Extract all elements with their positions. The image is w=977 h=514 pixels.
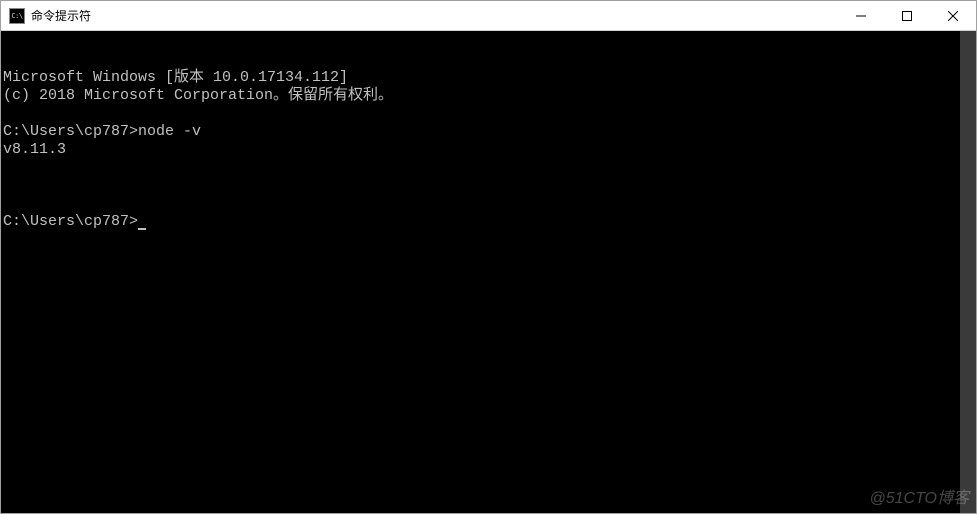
- terminal-line: [3, 159, 976, 177]
- scrollbar[interactable]: [960, 31, 976, 513]
- terminal-line: (c) 2018 Microsoft Corporation。保留所有权利。: [3, 87, 976, 105]
- close-button[interactable]: [930, 1, 976, 30]
- terminal-line: C:\Users\cp787>node -v: [3, 123, 976, 141]
- minimize-icon: [856, 11, 866, 21]
- close-icon: [948, 11, 958, 21]
- app-icon: C:\: [9, 8, 25, 24]
- terminal-line: v8.11.3: [3, 141, 976, 159]
- terminal-prompt: C:\Users\cp787>: [3, 213, 138, 230]
- window-controls: [838, 1, 976, 30]
- titlebar[interactable]: C:\ 命令提示符: [1, 1, 976, 31]
- terminal-prompt-line: C:\Users\cp787>: [3, 213, 976, 231]
- scrollbar-thumb[interactable]: [960, 31, 976, 513]
- terminal-line: [3, 105, 976, 123]
- terminal-line: Microsoft Windows [版本 10.0.17134.112]: [3, 69, 976, 87]
- command-prompt-window: C:\ 命令提示符 Microsoft Windows [版本 10.0.171…: [0, 0, 977, 514]
- maximize-button[interactable]: [884, 1, 930, 30]
- minimize-button[interactable]: [838, 1, 884, 30]
- window-title: 命令提示符: [31, 7, 838, 24]
- cursor-icon: [138, 228, 146, 230]
- terminal-output[interactable]: Microsoft Windows [版本 10.0.17134.112](c)…: [1, 31, 976, 513]
- maximize-icon: [902, 11, 912, 21]
